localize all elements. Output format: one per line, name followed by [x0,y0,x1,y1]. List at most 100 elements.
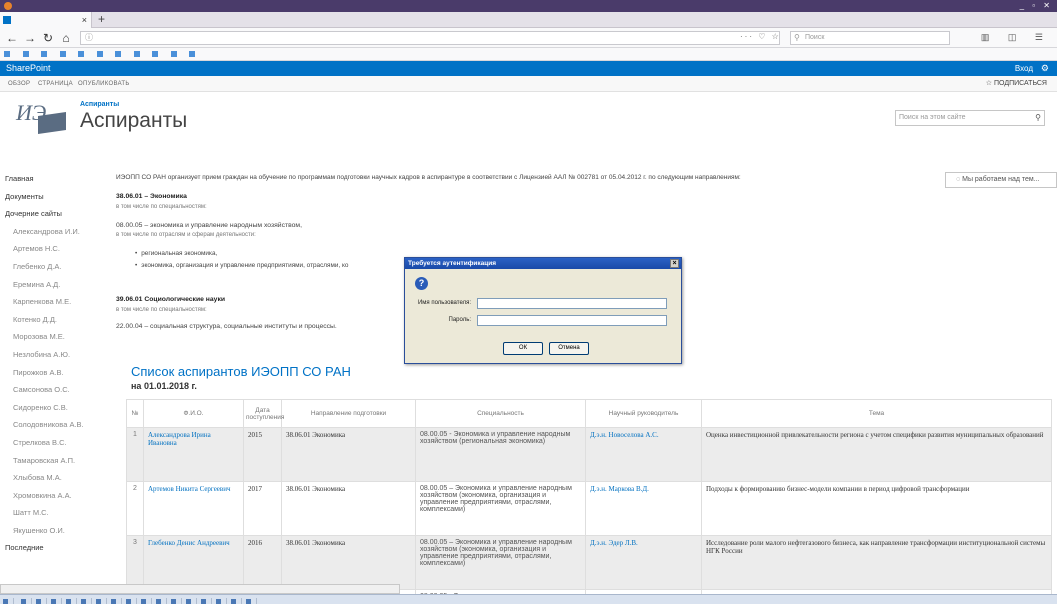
taskbar-item[interactable] [18,598,32,604]
bookmark-icon [22,51,29,58]
bookmark-item[interactable] [56,49,72,60]
taskbar-item[interactable] [213,598,227,604]
taskbar-app-icon [140,599,146,604]
sharepoint-brand[interactable]: SharePoint [6,61,51,76]
advisor[interactable]: Д.э.н. Новоселова А.С. [585,427,702,482]
leftnav-item[interactable]: Хромовкина А.А. [5,487,105,505]
students-table: № Ф.И.О. Дата поступления Направление по… [126,399,1052,604]
leftnav-item[interactable]: Сидоренко С.В. [5,399,105,417]
ribbon-tab-page[interactable]: СТРАНИЦА [38,76,73,92]
leftnav-item[interactable]: Незлобина А.Ю. [5,346,105,364]
browser-search-input[interactable]: ⚲ Поиск [790,31,950,45]
leftnav-item[interactable]: Якушенко О.И. [5,522,105,540]
reload-icon[interactable]: ↻ [40,30,56,46]
sign-in-link[interactable]: Вход [1015,61,1033,76]
leftnav-item[interactable]: Последние [5,539,105,557]
leftnav-item[interactable]: Еремина А.Д. [5,276,105,294]
taskbar-item[interactable] [168,598,182,604]
leftnav-item[interactable]: Солодовникова А.В. [5,416,105,434]
advisor[interactable]: Д.э.н. Маркова В.Д. [585,481,702,536]
taskbar-item[interactable] [48,598,62,604]
username-field[interactable] [477,298,667,309]
taskbar-item[interactable] [93,598,107,604]
bookmark-item[interactable] [93,49,109,60]
leftnav-item[interactable]: Хлыбова М.А. [5,469,105,487]
topic: Подходы к формированию бизнес-модели ком… [701,481,1052,536]
advisor[interactable]: Д.э.н. Эдер Л.В. [585,535,702,590]
taskbar-item[interactable] [123,598,137,604]
leftnav-item[interactable]: Морозова М.Е. [5,328,105,346]
follow-link[interactable]: ☆ ПОДПИСАТЬСЯ [986,76,1047,92]
back-icon[interactable]: ← [4,30,20,46]
home-icon[interactable]: ⌂ [58,30,74,46]
bookmark-item[interactable] [74,49,90,60]
student-name-link[interactable]: Глебенко Денис Андреевич [143,535,244,590]
page-actions[interactable]: ··· ♡ ☆ [740,32,781,41]
page-title: Аспиранты [80,109,188,132]
taskbar-item[interactable] [138,598,152,604]
site-breadcrumb[interactable]: Аспиранты [80,101,119,108]
close-icon[interactable]: × [670,259,679,268]
quick-launch-nav: Главная Документы Дочерние сайты Александро… [5,170,105,557]
browser-tab[interactable]: × [0,12,92,28]
student-name-link[interactable]: Артемов Никита Сергеевич [143,481,244,536]
taskbar-item[interactable] [33,598,47,604]
specialty: 08.00.05 – Экономика и управление народн… [415,535,586,590]
sharepoint-ribbon: ОБЗОР СТРАНИЦА ОПУБЛИКОВАТЬ ☆ ПОДПИСАТЬС… [0,76,1057,92]
student-name-link[interactable]: Александрова Ирина Ивановна [143,427,244,482]
site-info-icon[interactable]: ⓘ [85,32,93,44]
admission-year: 2015 [243,427,282,482]
leftnav-item[interactable]: Главная [5,170,105,188]
taskbar-item[interactable] [243,598,257,604]
bookmark-item[interactable] [0,49,16,60]
leftnav-item[interactable]: Александрова И.И. [5,223,105,241]
tab-close-icon[interactable]: × [82,12,87,28]
taskbar-item[interactable] [63,598,77,604]
search-icon[interactable]: ⚲ [1035,111,1041,125]
password-field[interactable] [477,315,667,326]
cancel-button[interactable]: Отмена [549,342,589,355]
taskbar-item[interactable] [228,598,242,604]
taskbar-app-icon [35,599,41,604]
leftnav-item[interactable]: Самсонова О.С. [5,381,105,399]
windows-start-icon [3,599,8,604]
leftnav-item[interactable]: Пирожков А.В. [5,364,105,382]
leftnav-item[interactable]: Стрелкова В.С. [5,434,105,452]
leftnav-item[interactable]: Тамаровская А.П. [5,452,105,470]
address-bar[interactable]: ⓘ [80,31,780,45]
taskbar-item[interactable] [108,598,122,604]
leftnav-item[interactable]: Дочерние сайты [5,205,105,223]
taskbar-item[interactable] [78,598,92,604]
new-tab-icon[interactable]: + [98,12,105,27]
site-logo[interactable]: ИЭ [16,100,68,140]
leftnav-item[interactable]: Артемов Н.С. [5,240,105,258]
leftnav-item[interactable]: Котенко Д.Д. [5,311,105,329]
forward-icon[interactable]: → [22,30,38,46]
site-search-input[interactable]: Поиск на этом сайте ⚲ [895,110,1045,126]
taskbar-app-icon [185,599,191,604]
start-button[interactable] [0,598,14,604]
leftnav-item[interactable]: Шатт М.С. [5,504,105,522]
bookmark-item[interactable] [19,49,35,60]
bookmark-item[interactable] [111,49,127,60]
leftnav-item[interactable]: Глебенко Д.А. [5,258,105,276]
ok-button[interactable]: ОК [503,342,543,355]
taskbar-item[interactable] [198,598,212,604]
topic: Исследование роли малого нефтегазового б… [701,535,1052,590]
toolbar-icons[interactable]: ▥ ◫ ☰ [981,32,1051,43]
auth-dialog: Требуется аутентификация × ? Имя пользов… [404,257,682,364]
ribbon-tab-browse[interactable]: ОБЗОР [8,76,30,92]
window-controls[interactable]: _ ▫ ✕ [1020,0,1053,12]
status-button[interactable]: ◌ Мы работаем над тем... [945,172,1057,188]
bookmark-item[interactable] [185,49,201,60]
bookmark-item[interactable] [130,49,146,60]
taskbar-item[interactable] [183,598,197,604]
leftnav-item[interactable]: Документы [5,188,105,206]
leftnav-item[interactable]: Карпенкова М.Е. [5,293,105,311]
taskbar-item[interactable] [153,598,167,604]
bookmark-item[interactable] [167,49,183,60]
ribbon-tab-publish[interactable]: ОПУБЛИКОВАТЬ [78,76,130,92]
bookmark-item[interactable] [148,49,164,60]
bookmark-item[interactable] [37,49,53,60]
gear-icon[interactable]: ⚙ [1041,61,1049,76]
